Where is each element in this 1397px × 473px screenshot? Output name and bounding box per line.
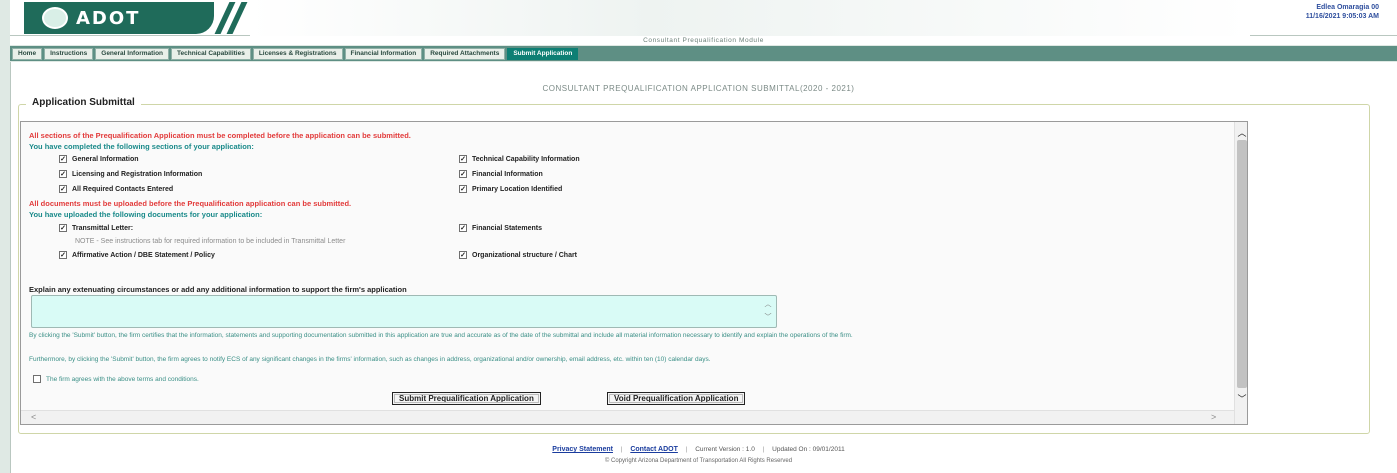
checkbox-icon[interactable]: ✓ <box>459 155 467 163</box>
check-licensing-registration[interactable]: ✓ Licensing and Registration Information <box>59 170 202 178</box>
terms-checkbox[interactable] <box>33 375 41 383</box>
scroll-down-icon[interactable]: ﹀ <box>1235 392 1247 405</box>
version-text: Current Version : 1.0 <box>695 446 755 453</box>
logo-text: ADOT <box>76 7 141 29</box>
contact-adot-link[interactable]: Contact ADOT <box>630 446 678 453</box>
main-tabs: Home Instructions General Information Techn… <box>10 46 1397 61</box>
scroll-left-icon[interactable]: < <box>31 412 36 422</box>
user-info: Edlea Omaragia 00 11/16/2021 9:05:03 AM <box>1306 3 1379 21</box>
check-organizational-structure[interactable]: ✓ Organizational structure / Chart <box>459 251 577 259</box>
checkbox-icon[interactable]: ✓ <box>59 251 67 259</box>
header-banner <box>250 0 1250 36</box>
additional-information-textarea[interactable] <box>31 295 777 328</box>
privacy-statement-link[interactable]: Privacy Statement <box>552 446 613 453</box>
tab-home[interactable]: Home <box>12 47 43 60</box>
scroll-right-icon[interactable]: > <box>1211 412 1216 422</box>
submit-application-button[interactable]: Submit Prequalification Application <box>392 392 541 405</box>
scroll-up-icon[interactable]: ︿ <box>1235 126 1247 139</box>
app-header: ADOT Edlea Omaragia 00 11/16/2021 9:05:0… <box>10 0 1397 36</box>
vertical-scrollbar[interactable]: ︿ ﹀ <box>1234 122 1247 424</box>
checkbox-icon[interactable]: ✓ <box>59 185 67 193</box>
submittal-panel: All sections of the Prequalification App… <box>20 121 1248 425</box>
tab-financial-information[interactable]: Financial Information <box>344 47 423 60</box>
checkbox-icon[interactable]: ✓ <box>459 170 467 178</box>
completed-heading: You have completed the following section… <box>29 142 254 151</box>
check-affirmative-action[interactable]: ✓ Affirmative Action / DBE Statement / Po… <box>59 251 215 259</box>
check-transmittal-letter[interactable]: ✓ Transmittal Letter: <box>59 224 133 232</box>
uploaded-heading: You have uploaded the following document… <box>29 210 263 219</box>
check-technical-capability[interactable]: ✓ Technical Capability Information <box>459 155 580 163</box>
tab-technical-capabilities[interactable]: Technical Capabilities <box>171 47 251 60</box>
checkbox-icon[interactable]: ✓ <box>459 224 467 232</box>
tab-general-information[interactable]: General Information <box>95 47 170 60</box>
transmittal-note: NOTE - See instructions tab for required… <box>75 238 346 245</box>
session-timestamp: 11/16/2021 9:05:03 AM <box>1305 13 1379 20</box>
scroll-thumb[interactable] <box>1237 140 1247 388</box>
checkbox-icon[interactable]: ✓ <box>459 185 467 193</box>
notification-text: Furthermore, by clicking the 'Submit' bu… <box>29 356 711 363</box>
updated-text: Updated On : 09/01/2011 <box>772 446 845 453</box>
horizontal-scrollbar[interactable]: < > <box>21 410 1234 424</box>
tab-submit-application[interactable]: Submit Application <box>507 47 579 60</box>
page-title: CONSULTANT PREQUALIFICATION APPLICATION … <box>542 84 855 93</box>
terms-agreement[interactable]: The firm agrees with the above terms and… <box>33 375 199 383</box>
check-general-information[interactable]: ✓ General Information <box>59 155 139 163</box>
check-required-contacts[interactable]: ✓ All Required Contacts Entered <box>59 185 173 193</box>
user-name: Edlea Omaragia 00 <box>1316 4 1379 11</box>
check-financial-statements[interactable]: ✓ Financial Statements <box>459 224 542 232</box>
explain-label: Explain any extenuating circumstances or… <box>29 285 407 294</box>
fieldset-legend: Application Submittal <box>26 97 141 108</box>
documents-warning: All documents must be uploaded before th… <box>29 199 352 208</box>
tab-licenses-registrations[interactable]: Licenses & Registrations <box>252 47 343 60</box>
copyright-text: © Copyright Arizona Department of Transp… <box>604 458 793 464</box>
sections-warning: All sections of the Prequalification App… <box>29 131 411 140</box>
module-title: Consultant Prequalification Module <box>10 36 1397 45</box>
adot-logo[interactable]: ADOT <box>24 2 214 34</box>
checkbox-icon[interactable]: ✓ <box>59 224 67 232</box>
certification-text: By clicking the 'Submit' button, the fir… <box>29 332 853 339</box>
header-stripes <box>214 2 248 34</box>
void-application-button[interactable]: Void Prequalification Application <box>607 392 746 405</box>
checkbox-icon[interactable]: ✓ <box>59 155 67 163</box>
check-financial-information[interactable]: ✓ Financial Information <box>459 170 543 178</box>
tab-instructions[interactable]: Instructions <box>44 47 94 60</box>
checkbox-icon[interactable]: ✓ <box>459 251 467 259</box>
checkbox-icon[interactable]: ✓ <box>59 170 67 178</box>
textarea-scroll-arrows-icon[interactable]: ︿ ﹀ <box>763 298 773 325</box>
check-primary-location[interactable]: ✓ Primary Location Identified <box>459 185 562 193</box>
page-footer: Privacy Statement | Contact ADOT | Curre… <box>552 446 845 453</box>
tab-required-attachments[interactable]: Required Attachments <box>424 47 506 60</box>
logo-emblem-icon <box>42 7 68 29</box>
